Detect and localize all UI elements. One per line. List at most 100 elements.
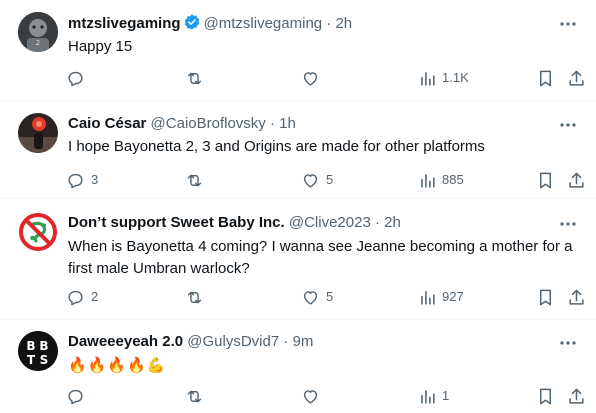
bbts-logo-avatar-icon: B B T S	[18, 331, 58, 371]
post-text: When is Bayonetta 4 coming? I wanna see …	[68, 238, 573, 277]
reply-count: 2	[91, 289, 99, 304]
heart-icon	[303, 173, 318, 188]
share-icon	[569, 289, 584, 305]
bookmark-button[interactable]	[537, 170, 554, 190]
action-bar: 2 5 927	[0, 287, 596, 307]
reply-button[interactable]: 2	[66, 287, 98, 307]
repost-button[interactable]	[185, 68, 210, 88]
post-header: Caio César @CaioBroflovsky · 1h	[68, 114, 556, 134]
gamer-avatar-icon: 2	[18, 12, 58, 52]
display-name[interactable]: Caio César	[68, 115, 146, 132]
reply-count: 3	[91, 172, 99, 187]
bookmark-icon	[539, 172, 552, 188]
bookmark-button[interactable]	[537, 386, 554, 406]
repost-button[interactable]	[185, 287, 210, 307]
views-chart-icon	[421, 389, 435, 404]
post-text: 🔥🔥🔥🔥💪	[68, 357, 167, 374]
reply-icon	[68, 71, 83, 86]
post-time[interactable]: 9m	[293, 333, 314, 350]
more-options-button[interactable]	[556, 333, 580, 353]
views-button[interactable]: 927	[419, 287, 464, 307]
post[interactable]: Don’t support Sweet Baby Inc. @Clive2023…	[0, 199, 596, 320]
red-light-avatar-icon	[18, 113, 58, 153]
bookmark-button[interactable]	[537, 68, 554, 88]
more-options-button[interactable]	[556, 214, 580, 234]
view-count: 885	[442, 172, 464, 187]
post[interactable]: Caio César @CaioBroflovsky · 1h I hope B…	[0, 101, 596, 199]
like-button[interactable]: 5	[301, 287, 333, 307]
display-name[interactable]: Daweeeyeah 2.0	[68, 333, 183, 350]
repost-button[interactable]	[185, 386, 210, 406]
avatar[interactable]	[18, 113, 58, 153]
separator-dot: ·	[269, 115, 275, 132]
bookmark-icon	[539, 70, 552, 86]
views-chart-icon	[421, 290, 435, 305]
share-icon	[569, 70, 584, 86]
share-button[interactable]	[567, 386, 586, 406]
share-button[interactable]	[567, 68, 586, 88]
separator-dot: ·	[326, 15, 332, 32]
bookmark-button[interactable]	[537, 287, 554, 307]
post[interactable]: 2 mtzslivegaming @mtzslivegaming · 2h Hap…	[0, 0, 596, 101]
repost-icon	[187, 174, 202, 186]
more-options-button[interactable]	[556, 14, 580, 34]
action-bar: 1	[0, 386, 596, 406]
views-button[interactable]: 885	[419, 170, 464, 190]
post-time[interactable]: 2h	[384, 214, 401, 231]
repost-icon	[187, 72, 202, 84]
more-options-button[interactable]	[556, 115, 580, 135]
user-handle[interactable]: @GulysDvid7	[187, 333, 279, 350]
svg-text:T: T	[27, 353, 36, 367]
like-button[interactable]	[301, 68, 326, 88]
bookmark-icon	[539, 388, 552, 404]
share-button[interactable]	[567, 170, 586, 190]
separator-dot: ·	[374, 214, 380, 231]
heart-icon	[303, 389, 318, 404]
user-handle[interactable]: @mtzslivegaming	[204, 15, 323, 32]
post-text: I hope Bayonetta 2, 3 and Origins are ma…	[68, 138, 485, 155]
view-count: 1	[442, 388, 450, 403]
avatar[interactable]: B B T S	[18, 331, 58, 371]
svg-text:B: B	[39, 339, 48, 353]
post[interactable]: B B T S Daweeeyeah 2.0 @GulysDvid7 · 9m …	[0, 320, 596, 413]
bookmark-icon	[539, 289, 552, 305]
heart-icon	[303, 71, 318, 86]
views-button[interactable]: 1	[419, 386, 449, 406]
action-bar: 1.1K	[0, 68, 596, 88]
avatar[interactable]	[18, 212, 58, 252]
share-button[interactable]	[567, 287, 586, 307]
display-name[interactable]: mtzslivegaming	[68, 15, 181, 32]
reply-button[interactable]	[66, 386, 91, 406]
svg-text:S: S	[40, 353, 49, 367]
share-icon	[569, 172, 584, 188]
action-bar: 3 5 885	[0, 170, 596, 190]
like-button[interactable]: 5	[301, 170, 333, 190]
post-header: Don’t support Sweet Baby Inc. @Clive2023…	[68, 213, 556, 233]
ellipsis-icon	[560, 22, 576, 26]
display-name[interactable]: Don’t support Sweet Baby Inc.	[68, 214, 285, 231]
user-handle[interactable]: @Clive2023	[289, 214, 371, 231]
post-text: Happy 15	[68, 38, 133, 55]
reply-button[interactable]	[66, 68, 91, 88]
user-handle[interactable]: @CaioBroflovsky	[151, 115, 266, 132]
separator-dot: ·	[283, 333, 289, 350]
repost-icon	[187, 291, 202, 303]
post-time[interactable]: 1h	[279, 115, 296, 132]
reply-feed: 2 mtzslivegaming @mtzslivegaming · 2h Hap…	[0, 0, 596, 413]
reply-button[interactable]: 3	[66, 170, 98, 190]
views-chart-icon	[421, 173, 435, 188]
avatar[interactable]: 2	[18, 12, 58, 52]
repost-button[interactable]	[185, 170, 210, 190]
ellipsis-icon	[560, 222, 576, 226]
svg-text:B: B	[26, 339, 35, 353]
reply-icon	[68, 290, 83, 305]
ellipsis-icon	[560, 123, 576, 127]
view-count: 1.1K	[442, 70, 469, 85]
share-icon	[569, 388, 584, 404]
like-button[interactable]	[301, 386, 326, 406]
prohibited-sign-avatar-icon	[18, 212, 58, 252]
repost-icon	[187, 390, 202, 402]
verified-badge-icon	[184, 14, 199, 30]
post-time[interactable]: 2h	[335, 15, 352, 32]
views-button[interactable]: 1.1K	[419, 68, 469, 88]
